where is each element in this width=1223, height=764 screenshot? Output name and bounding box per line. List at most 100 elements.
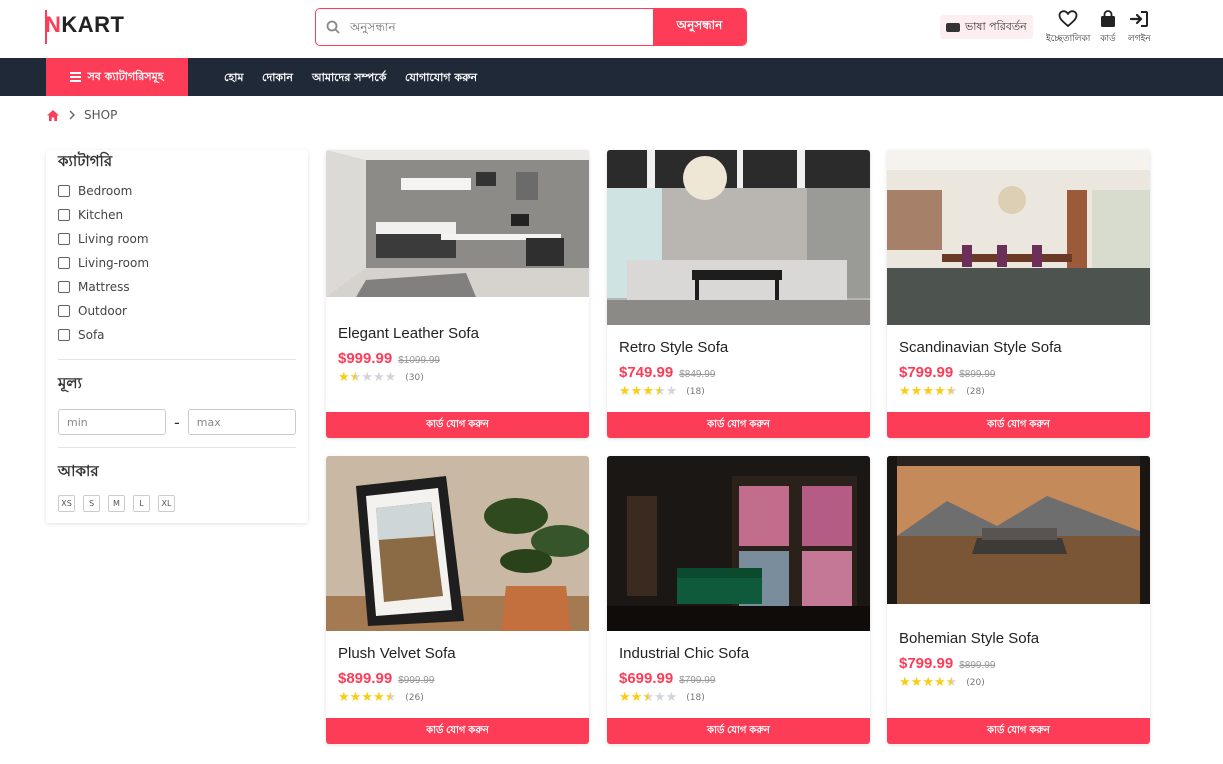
logo-bar xyxy=(45,10,47,44)
star-full-icon: ★ xyxy=(933,384,946,399)
logo[interactable]: NKART xyxy=(45,10,125,44)
size-option-m[interactable]: M xyxy=(108,495,125,512)
product-name[interactable]: Elegant Leather Sofa xyxy=(326,325,589,342)
category-label: Living room xyxy=(78,232,149,246)
category-filter-title: ক্যাটাগরি xyxy=(58,152,113,170)
category-item[interactable]: Living room xyxy=(58,227,296,251)
max-price-input[interactable] xyxy=(187,409,296,435)
star-empty-icon: ★ xyxy=(665,384,678,399)
category-item[interactable]: Bedroom xyxy=(58,179,296,203)
cart-label: কার্ড xyxy=(1100,34,1116,44)
star-full-icon: ★ xyxy=(619,690,631,705)
star-full-icon: ★ xyxy=(349,690,362,705)
nav-link-home[interactable]: হোম xyxy=(224,69,244,88)
chevron-right-icon xyxy=(69,110,75,120)
add-to-cart-button[interactable]: কার্ড যোগ করুন xyxy=(607,718,870,744)
add-to-cart-button[interactable]: কার্ড যোগ করুন xyxy=(326,718,589,744)
product-image[interactable] xyxy=(887,456,1150,604)
wishlist-button[interactable]: ইচ্ছেতালিকা xyxy=(1046,10,1090,46)
header: NKART অনুসন্ধান ভাষা পরিবর্তন ইচ্ছেতালিক… xyxy=(0,0,1223,58)
product-image[interactable] xyxy=(607,150,870,325)
star-full-icon: ★ xyxy=(642,384,654,399)
min-price-input[interactable] xyxy=(58,409,166,435)
category-checkbox[interactable] xyxy=(58,233,70,245)
search-bar: অনুসন্ধান xyxy=(315,8,747,46)
star-full-icon: ★ xyxy=(338,690,350,705)
product-card[interactable]: Elegant Leather Sofa $999.99 $1099.99 ★ ★… xyxy=(326,150,589,438)
category-checkbox[interactable] xyxy=(58,281,70,293)
category-item[interactable]: Living-room xyxy=(58,251,296,275)
search-button[interactable]: অনুসন্ধান xyxy=(653,9,746,45)
product-name[interactable]: Bohemian Style Sofa xyxy=(887,630,1150,647)
product-price: $799.99 xyxy=(899,655,954,672)
wishlist-label: ইচ্ছেতালিকা xyxy=(1046,34,1091,44)
all-categories-button[interactable]: সব ক্যাটাগরিসমূহ xyxy=(46,58,188,96)
product-image[interactable] xyxy=(887,150,1150,325)
category-checkbox[interactable] xyxy=(58,305,70,317)
category-checkbox[interactable] xyxy=(58,329,70,341)
login-label: লগইন xyxy=(1128,34,1151,44)
star-empty-icon: ★ xyxy=(361,370,373,385)
login-button[interactable]: লগইন xyxy=(1128,10,1151,46)
product-card[interactable]: Retro Style Sofa $749.99 $849.99 ★★★★★ (… xyxy=(607,150,870,438)
home-icon[interactable] xyxy=(46,109,60,122)
nav-link-about[interactable]: আমাদের সম্পর্কে xyxy=(312,69,386,88)
product-name[interactable]: Plush Velvet Sofa xyxy=(326,645,589,662)
product-image[interactable] xyxy=(326,456,589,631)
product-prices: $799.99 $899.99 xyxy=(887,364,1150,381)
nav-link-shop[interactable]: দোকান xyxy=(262,69,293,88)
category-checkbox[interactable] xyxy=(58,185,70,197)
add-to-cart-button[interactable]: কার্ড যোগ করুন xyxy=(326,412,589,438)
product-price: $999.99 xyxy=(338,350,393,367)
category-item[interactable]: Kitchen xyxy=(58,203,296,227)
breadcrumb: SHOP xyxy=(46,108,117,122)
category-item[interactable]: Sofa xyxy=(58,323,296,347)
divider xyxy=(58,447,296,448)
logo-first-letter: N xyxy=(45,12,62,37)
product-old-price: $1099.99 xyxy=(398,355,440,366)
size-option-l[interactable]: L xyxy=(133,495,150,512)
category-item[interactable]: Mattress xyxy=(58,275,296,299)
language-switch-button[interactable]: ভাষা পরিবর্তন xyxy=(940,15,1033,39)
add-to-cart-button[interactable]: কার্ড যোগ করুন xyxy=(607,412,870,438)
size-option-xs[interactable]: XS xyxy=(58,495,75,512)
review-count: (26) xyxy=(405,692,424,703)
star-full-icon: ★ xyxy=(630,690,643,705)
nav-link-contact[interactable]: যোগাযোগ করুন xyxy=(405,69,477,88)
product-prices: $699.99 $799.99 xyxy=(607,670,870,687)
product-card[interactable]: Plush Velvet Sofa $899.99 $999.99 ★★★★★ … xyxy=(326,456,589,744)
review-count: (18) xyxy=(686,692,705,703)
star-empty-icon: ★ xyxy=(384,370,397,385)
product-name[interactable]: Scandinavian Style Sofa xyxy=(887,339,1150,356)
search-input[interactable] xyxy=(350,9,653,45)
add-to-cart-button[interactable]: কার্ড যোগ করুন xyxy=(887,412,1150,438)
review-count: (18) xyxy=(686,386,705,397)
product-prices: $899.99 $999.99 xyxy=(326,670,589,687)
size-option-xl[interactable]: XL xyxy=(158,495,175,512)
category-checkbox[interactable] xyxy=(58,209,70,221)
star-half-icon: ★ xyxy=(642,690,654,705)
product-rating: ★★★★★ (30) xyxy=(326,370,589,385)
cart-button[interactable]: কার্ড xyxy=(1099,10,1117,46)
category-item[interactable]: Outdoor xyxy=(58,299,296,323)
product-card[interactable]: Scandinavian Style Sofa $799.99 $899.99 … xyxy=(887,150,1150,438)
star-half-icon: ★ xyxy=(384,690,397,705)
product-old-price: $899.99 xyxy=(959,369,996,380)
product-old-price: $849.99 xyxy=(679,369,716,380)
product-card[interactable]: Industrial Chic Sofa $699.99 $799.99 ★★★… xyxy=(607,456,870,744)
product-name[interactable]: Industrial Chic Sofa xyxy=(607,645,870,662)
size-option-s[interactable]: S xyxy=(83,495,100,512)
star-full-icon: ★ xyxy=(899,384,911,399)
star-full-icon: ★ xyxy=(372,690,385,705)
price-range: - xyxy=(58,409,296,435)
star-full-icon: ★ xyxy=(899,675,911,690)
product-image[interactable] xyxy=(326,150,589,297)
product-image[interactable] xyxy=(607,456,870,631)
category-checkbox[interactable] xyxy=(58,257,70,269)
add-to-cart-button[interactable]: কার্ড যোগ করুন xyxy=(887,718,1150,744)
logo-rest: KART xyxy=(61,12,125,37)
star-full-icon: ★ xyxy=(630,384,643,399)
product-card[interactable]: Bohemian Style Sofa $799.99 $899.99 ★★★★… xyxy=(887,456,1150,744)
product-name[interactable]: Retro Style Sofa xyxy=(607,339,870,356)
category-label: Living-room xyxy=(78,256,150,270)
